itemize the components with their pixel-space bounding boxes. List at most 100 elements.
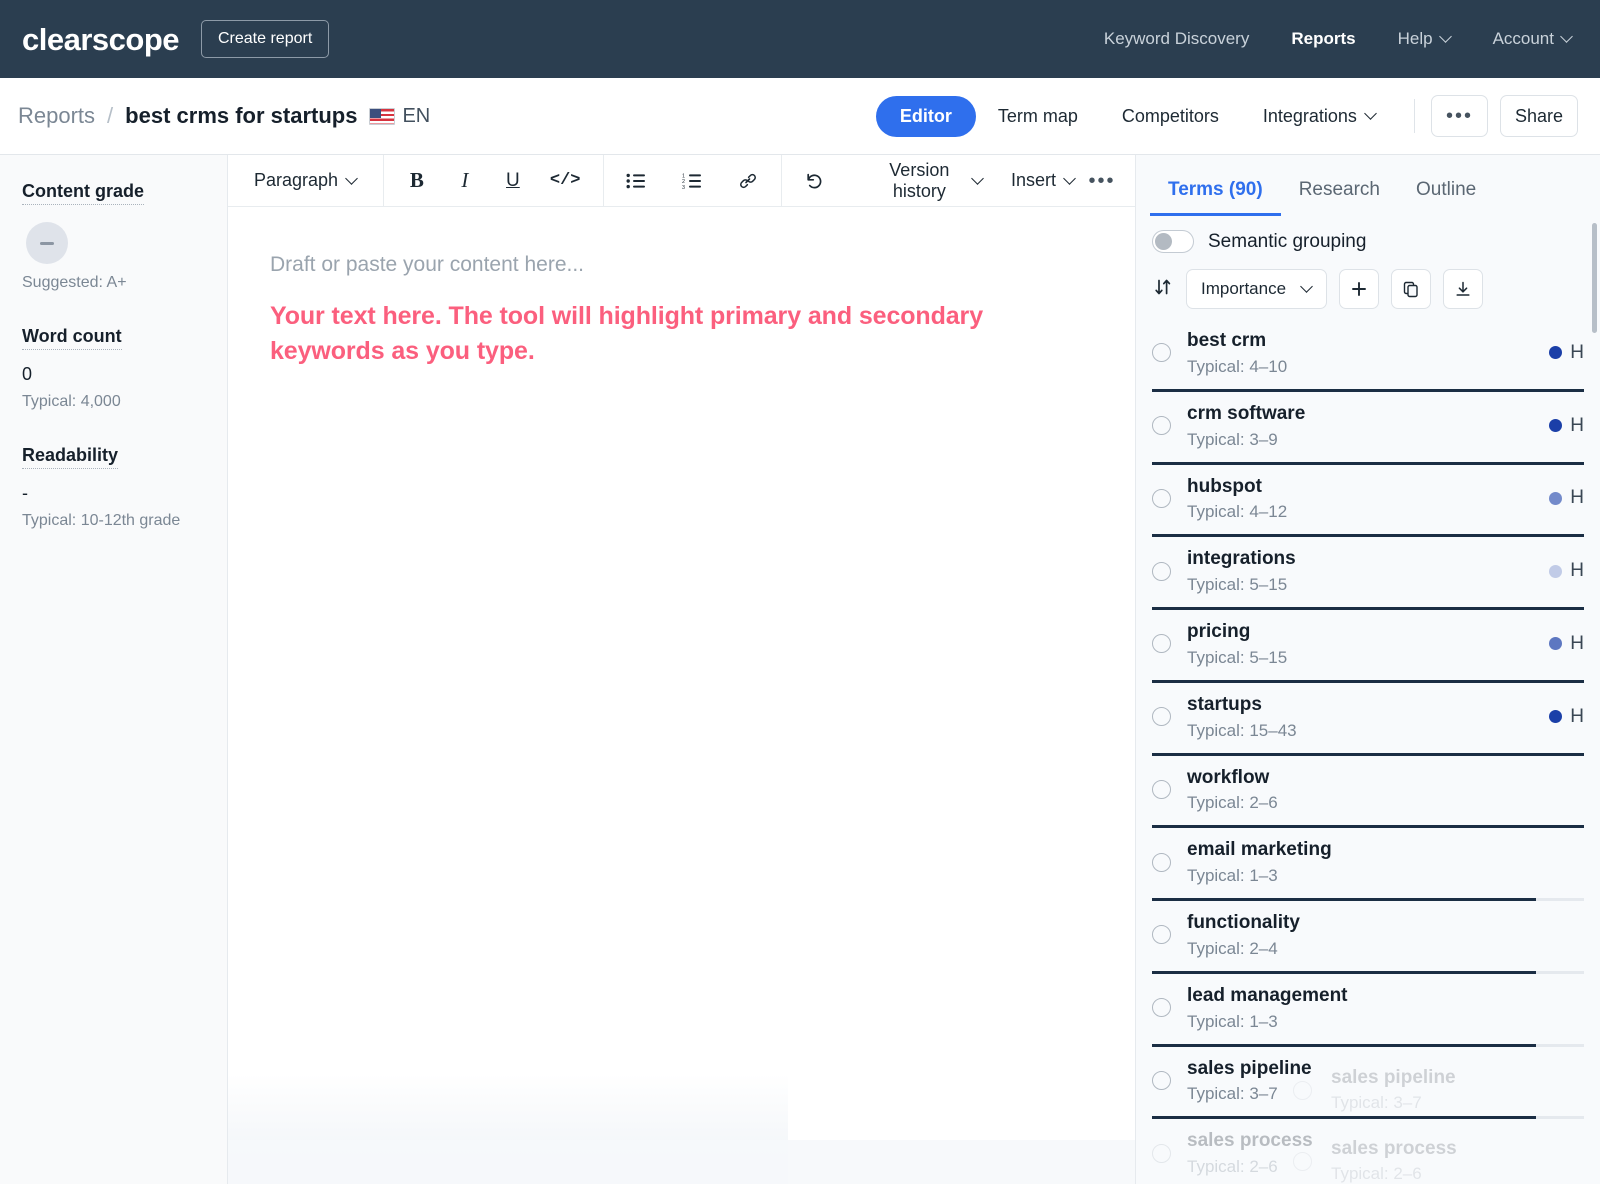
dash-grade-icon [40,242,54,245]
term-checkbox[interactable] [1152,780,1171,799]
editor-highlight-text: Your text here. The tool will highlight … [270,299,1044,370]
tab-terms[interactable]: Terms (90) [1150,169,1281,216]
sort-by-select[interactable]: Importance [1186,269,1327,309]
term-text: hubspotTypical: 4–12 [1187,475,1539,523]
term-checkbox[interactable] [1152,925,1171,944]
semantic-grouping-toggle[interactable] [1152,230,1194,253]
terms-panel: Terms (90) Research Outline Semantic gro… [1135,155,1600,1184]
term-row[interactable]: sales pipelineTypical: 3–7 [1152,1047,1584,1120]
term-row-content: hubspotTypical: 4–12H [1152,475,1584,535]
term-checkbox[interactable] [1152,489,1171,508]
term-row[interactable]: startupsTypical: 15–43H [1152,683,1584,756]
term-checkbox[interactable] [1152,562,1171,581]
download-terms-button[interactable] [1443,269,1483,309]
nav-help[interactable]: Help [1398,29,1451,49]
block-format-dropdown[interactable]: Paragraph [242,162,369,200]
term-name: startups [1187,693,1539,717]
bold-icon: B [410,168,424,193]
tab-research[interactable]: Research [1281,169,1398,216]
term-checkbox[interactable] [1152,998,1171,1017]
term-checkbox[interactable] [1152,343,1171,362]
top-nav-links: Keyword Discovery Reports Help Account [1104,29,1572,49]
top-navigation-bar: clearscope Create report Keyword Discove… [0,0,1600,78]
term-checkbox[interactable] [1152,634,1171,653]
italic-button[interactable]: I [446,162,484,200]
term-row[interactable]: best crmTypical: 4–10H [1152,319,1584,392]
importance-dot-icon [1549,492,1562,505]
toolbar-group-menus: Version history Insert ••• [848,155,1135,206]
content-grade-suggested: Suggested: A+ [22,274,205,292]
nav-reports[interactable]: Reports [1291,29,1355,49]
svg-text:3: 3 [682,184,685,188]
term-row-content: email marketingTypical: 1–3 [1152,838,1584,898]
term-row[interactable]: sales processTypical: 2–6 [1152,1119,1584,1184]
terms-scrollbar[interactable] [1592,223,1597,333]
insert-dropdown[interactable]: Insert [1001,162,1075,200]
tab-term-map[interactable]: Term map [976,96,1100,137]
nav-keyword-discovery[interactable]: Keyword Discovery [1104,29,1250,49]
underline-button[interactable]: U [494,162,532,200]
nav-account[interactable]: Account [1493,29,1572,49]
italic-icon: I [461,168,468,193]
nav-keyword-discovery-label: Keyword Discovery [1104,29,1250,49]
toolbar-group-history [782,155,848,206]
term-row-content: lead managementTypical: 1–3 [1152,984,1584,1044]
bullet-list-button[interactable] [617,162,655,200]
code-button[interactable]: </> [542,162,589,200]
term-checkbox[interactable] [1152,707,1171,726]
term-name: email marketing [1187,838,1574,862]
term-checkbox[interactable] [1152,1071,1171,1090]
clearscope-logo[interactable]: clearscope [22,24,179,55]
term-row[interactable]: workflowTypical: 2–6 [1152,756,1584,829]
toolbar-more-button[interactable]: ••• [1083,162,1121,200]
add-term-button[interactable] [1339,269,1379,309]
term-checkbox[interactable] [1152,416,1171,435]
bold-button[interactable]: B [398,162,436,200]
undo-button[interactable] [796,162,834,200]
divider [1414,99,1415,133]
more-options-button[interactable]: ••• [1431,95,1488,137]
term-checkbox[interactable] [1152,853,1171,872]
tab-editor[interactable]: Editor [876,96,976,137]
term-row-content: startupsTypical: 15–43H [1152,693,1584,753]
importance-dot-icon [1549,710,1562,723]
copy-terms-button[interactable] [1391,269,1431,309]
numbered-list-button[interactable]: 1 2 3 [673,162,711,200]
sort-arrows-icon[interactable] [1152,277,1174,301]
term-name: workflow [1187,766,1574,790]
term-importance: H [1539,342,1584,364]
tab-integrations[interactable]: Integrations [1241,96,1398,137]
version-history-dropdown[interactable]: Version history [862,162,993,200]
chevron-down-icon [347,174,357,184]
editor-content[interactable]: Draft or paste your content here... Your… [228,207,1088,370]
term-importance: H [1539,415,1584,437]
term-name: hubspot [1187,475,1539,499]
term-row[interactable]: pricingTypical: 5–15H [1152,610,1584,683]
language-label: EN [402,105,430,128]
term-text: lead managementTypical: 1–3 [1187,984,1574,1032]
create-report-button[interactable]: Create report [201,20,329,58]
version-history-label: Version history [874,160,964,202]
term-row[interactable]: email marketingTypical: 1–3 [1152,828,1584,901]
word-count-value: 0 [22,364,205,385]
term-checkbox[interactable] [1152,1144,1171,1163]
tab-competitors[interactable]: Competitors [1100,96,1241,137]
breadcrumb-reports[interactable]: Reports [18,103,95,129]
term-row-content: workflowTypical: 2–6 [1152,766,1584,826]
term-typical-range: Typical: 1–3 [1187,1012,1574,1032]
link-button[interactable] [729,162,767,200]
term-row[interactable]: functionalityTypical: 2–4 [1152,901,1584,974]
share-button[interactable]: Share [1500,95,1578,137]
terms-list[interactable]: best crmTypical: 4–10Hcrm softwareTypica… [1136,319,1600,1184]
term-importance: H [1539,633,1584,655]
tab-outline[interactable]: Outline [1398,169,1494,216]
term-row[interactable]: lead managementTypical: 1–3 [1152,974,1584,1047]
term-row[interactable]: hubspotTypical: 4–12H [1152,465,1584,538]
content-grade-label: Content grade [22,181,144,205]
download-icon [1454,280,1472,298]
term-name: sales process [1187,1129,1574,1153]
term-row[interactable]: integrationsTypical: 5–15H [1152,537,1584,610]
term-importance: H [1539,706,1584,728]
word-count-label: Word count [22,326,122,350]
term-row[interactable]: crm softwareTypical: 3–9H [1152,392,1584,465]
